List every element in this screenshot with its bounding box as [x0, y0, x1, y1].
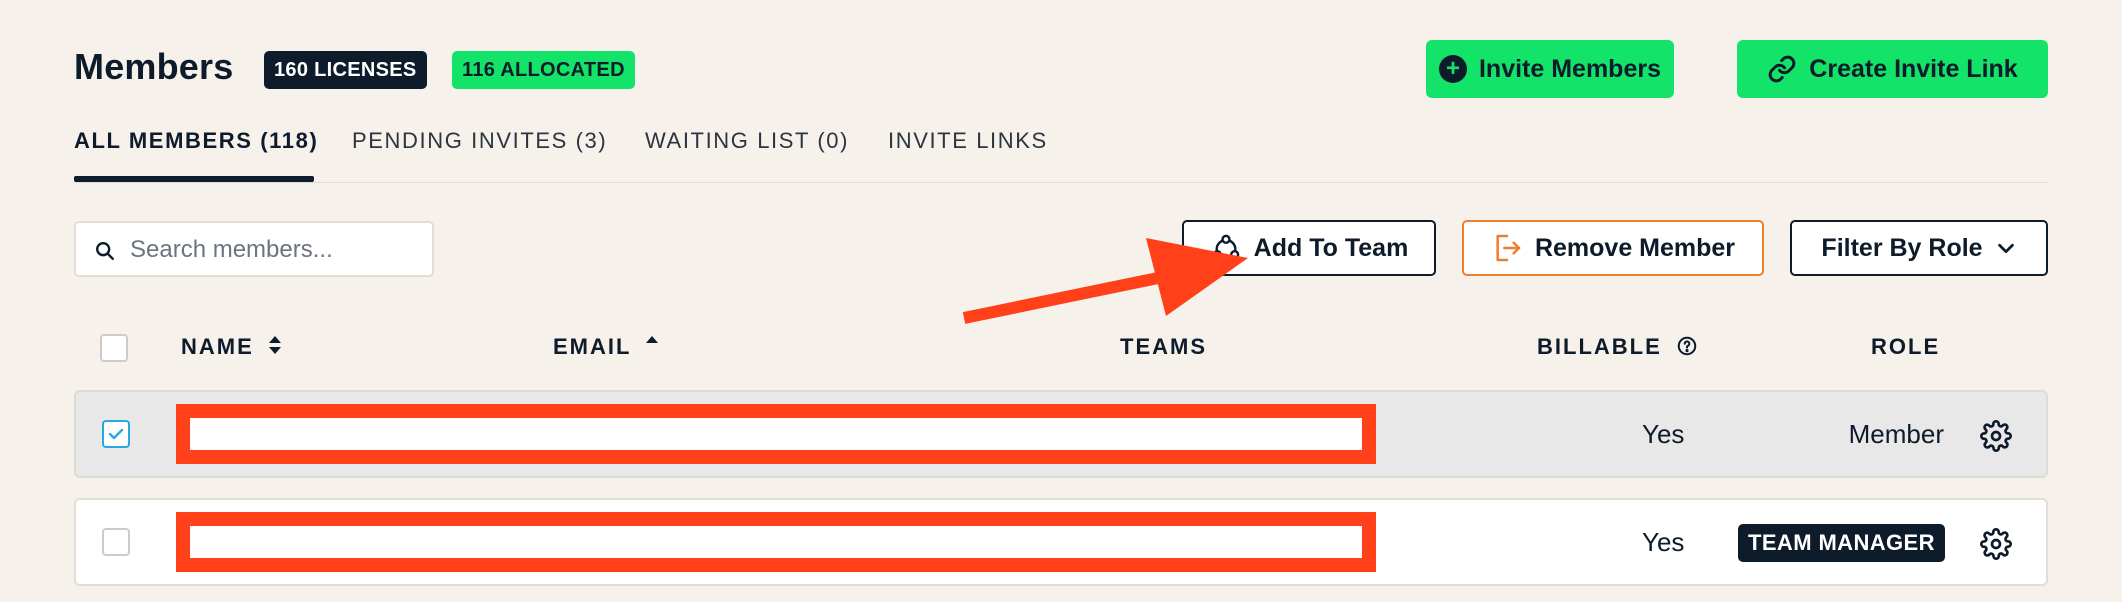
add-to-team-label: Add To Team — [1253, 233, 1409, 262]
search-icon — [96, 242, 114, 260]
column-name-header[interactable]: NAME — [181, 334, 282, 360]
table-header: NAME EMAIL TEAMS BILLABLE ROLE — [74, 330, 2048, 366]
select-all-checkbox[interactable] — [100, 334, 128, 362]
link-icon — [1768, 55, 1796, 83]
plus-circle-icon: + — [1438, 55, 1467, 83]
billable-value: Yes — [1642, 527, 1685, 557]
create-invite-link-label: Create Invite Link — [1809, 54, 2018, 83]
remove-member-button[interactable]: Remove Member — [1462, 220, 1764, 276]
tab-all-members[interactable]: ALL MEMBERS (118) — [74, 128, 318, 154]
active-tab-indicator — [74, 176, 314, 182]
sort-icon — [268, 336, 281, 354]
filter-by-role-dropdown[interactable]: Filter By Role — [1790, 220, 2048, 276]
page-title: Members — [74, 46, 234, 87]
role-value: Member — [1848, 419, 1944, 449]
annotation-arrow — [962, 238, 1248, 324]
table-row[interactable]: Yes TEAM MANAGER — [74, 498, 2048, 586]
redacted-member-info — [176, 404, 1376, 464]
page-header: Members 160 LICENSES 116 ALLOCATED + Inv… — [74, 40, 2048, 98]
search-input[interactable] — [128, 235, 422, 265]
allocated-badge: 116 ALLOCATED — [452, 51, 635, 89]
gear-icon[interactable] — [1980, 420, 2012, 452]
tab-pending-invites[interactable]: PENDING INVITES (3) — [352, 128, 607, 154]
create-invite-link-button[interactable]: Create Invite Link — [1737, 40, 2048, 98]
licenses-badge: 160 LICENSES — [264, 51, 427, 89]
table-row[interactable]: Yes Member — [74, 390, 2048, 478]
role-badge: TEAM MANAGER — [1738, 524, 1945, 562]
gear-icon[interactable] — [1980, 528, 2012, 560]
sort-ascending-icon — [646, 336, 659, 343]
row-checkbox[interactable] — [102, 420, 130, 448]
invite-members-label: Invite Members — [1478, 54, 1661, 83]
column-email-header[interactable]: EMAIL — [553, 334, 659, 360]
column-email-label: EMAIL — [553, 334, 632, 359]
members-page: Members 160 LICENSES 116 ALLOCATED + Inv… — [74, 0, 2048, 602]
column-billable-label: BILLABLE — [1537, 334, 1662, 359]
member-tabs: ALL MEMBERS (118) PENDING INVITES (3) WA… — [74, 120, 2048, 183]
column-role-header: ROLE — [1871, 334, 1941, 359]
row-checkbox[interactable] — [102, 528, 130, 556]
tab-waiting-list[interactable]: WAITING LIST (0) — [645, 128, 849, 154]
filter-by-role-label: Filter By Role — [1821, 233, 1983, 262]
invite-members-button[interactable]: + Invite Members — [1426, 40, 1674, 98]
billable-value: Yes — [1642, 419, 1685, 449]
column-name-label: NAME — [181, 334, 254, 359]
chevron-down-icon — [1997, 243, 2014, 254]
column-billable-header: BILLABLE — [1537, 334, 1698, 360]
column-teams-header: TEAMS — [1120, 334, 1207, 359]
search-box[interactable] — [74, 221, 434, 277]
remove-member-label: Remove Member — [1534, 233, 1736, 262]
exit-icon — [1496, 234, 1521, 262]
help-icon[interactable] — [1676, 335, 1698, 357]
redacted-member-info — [176, 512, 1376, 572]
tab-invite-links[interactable]: INVITE LINKS — [888, 128, 1048, 154]
checkmark-icon — [108, 428, 124, 440]
